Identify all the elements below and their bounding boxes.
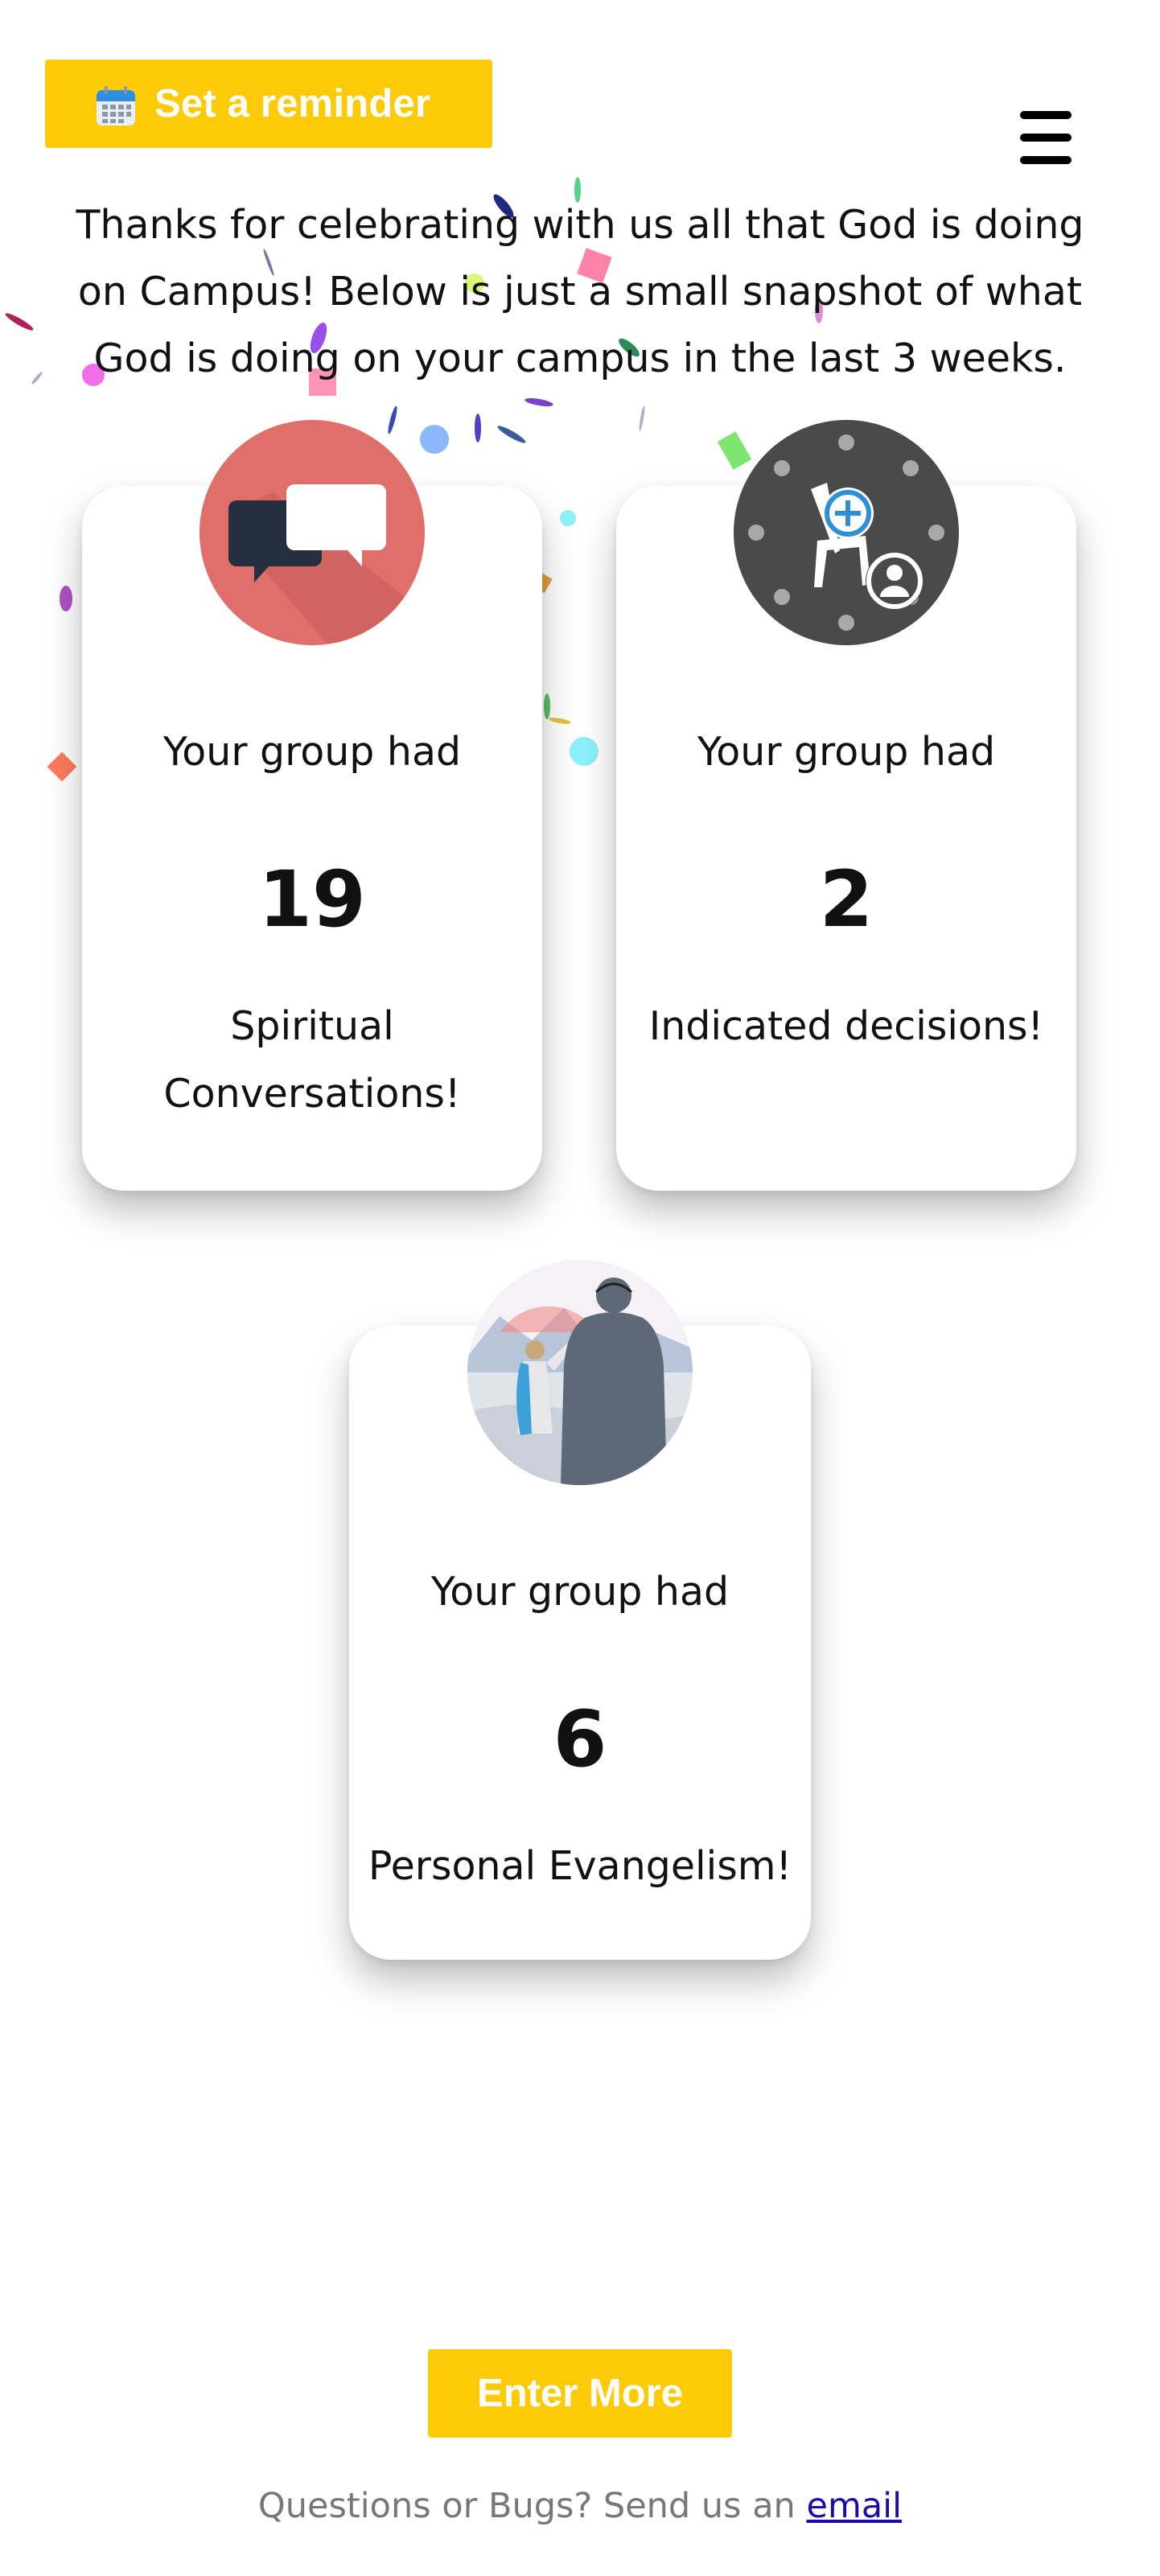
stat-lead: Your group had — [697, 729, 996, 775]
stat-label: Spiritual Conversations! — [163, 1003, 461, 1117]
stat-value: 2 — [819, 854, 874, 944]
decision-chair-icon — [734, 420, 959, 645]
intro-text: Thanks for celebrating with us all that … — [76, 202, 1084, 381]
stat-card-personal-evangelism: Your group had 6 Personal Evangelism! — [349, 1260, 811, 1960]
chat-bubbles-icon — [200, 420, 425, 645]
stat-card-indicated-decisions: Your group had 2 Indicated decisions! — [616, 420, 1076, 1191]
stat-value: 6 — [553, 1694, 607, 1784]
stat-label: Indicated decisions! — [648, 1003, 1044, 1049]
stat-value: 19 — [258, 854, 366, 944]
stat-lead: Your group had — [162, 729, 462, 775]
footer-text: Questions or Bugs? Send us an — [257, 2486, 796, 2526]
calendar-icon — [97, 86, 135, 126]
stat-card-spiritual-conversations: Your group had 19 Spiritual Conversation… — [82, 420, 542, 1191]
enter-more-button[interactable]: Enter More — [428, 2349, 732, 2438]
set-reminder-button[interactable]: Set a reminder — [45, 60, 492, 148]
reminder-label: Set a reminder — [154, 82, 431, 126]
hamburger-menu-icon[interactable] — [1020, 111, 1072, 167]
jesus-person-illustration — [467, 1260, 693, 1485]
email-link[interactable]: email — [806, 2486, 902, 2526]
footer: Questions or Bugs? Send us an email — [0, 2486, 1160, 2526]
stat-label: Personal Evangelism! — [368, 1843, 792, 1889]
stat-lead: Your group had — [430, 1569, 730, 1615]
